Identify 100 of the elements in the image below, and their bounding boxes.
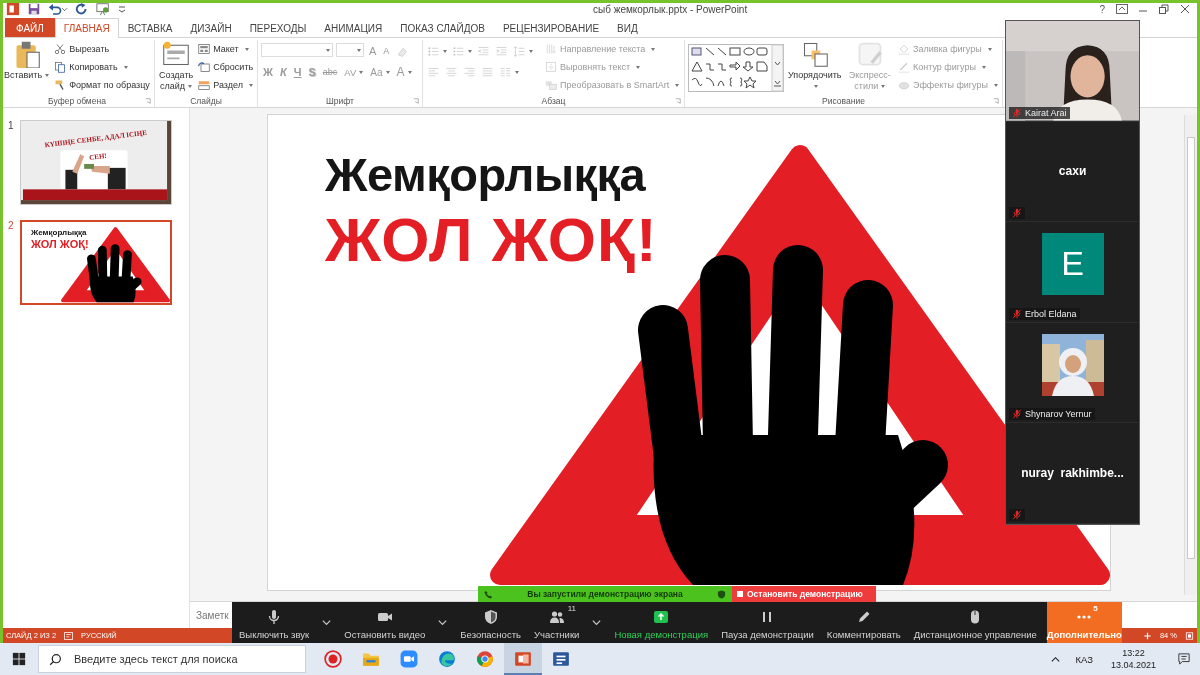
zoom-in-icon[interactable] [1142, 631, 1152, 640]
search-field[interactable]: Введите здесь текст для поиска [38, 645, 306, 673]
numbered-list-icon [452, 44, 465, 58]
slide-title: Жемқорлыққа [31, 227, 87, 238]
ribbon-button[interactable]: Копировать [53, 59, 151, 75]
layout-icon [198, 43, 211, 55]
new-slide-icon [162, 40, 191, 68]
ribbon-button[interactable]: Макет [197, 41, 255, 57]
notification-icon[interactable] [1178, 653, 1190, 665]
people-icon [548, 609, 565, 625]
reset-icon [198, 61, 211, 73]
presentation-app-icon [514, 650, 532, 668]
start-icon[interactable] [12, 652, 26, 666]
toolbar-button[interactable]: Остановить видео [341, 602, 429, 643]
group-label: Буфер обмена [48, 95, 106, 106]
sharing-message: Вы запустили демонстрацию экрана [527, 589, 683, 599]
shape-effects-icon [898, 79, 910, 91]
notes-icon[interactable] [64, 631, 74, 640]
ribbon-tab[interactable]: ГЛАВНАЯ [54, 18, 119, 38]
shapes-gallery[interactable] [688, 43, 784, 93]
columns-icon [499, 65, 512, 79]
ribbon-tab[interactable]: ВИД [608, 18, 647, 37]
clock-date[interactable]: 13.04.2021 [1110, 659, 1156, 671]
ribbon-button[interactable]: Вырезать [53, 41, 151, 57]
window-title: сыб жемкорлык.pptx - PowerPoint [593, 3, 748, 15]
close-icon[interactable] [1179, 4, 1191, 14]
toolbar-button[interactable]: Пауза демонстрации [718, 602, 817, 643]
presentation-icon[interactable] [96, 2, 110, 16]
group-label: Абзац [541, 95, 566, 106]
video-camera-icon [400, 650, 418, 668]
dialog-launcher-icon[interactable] [993, 98, 999, 104]
slide-number: 1 [8, 120, 15, 131]
hand-drawing [87, 244, 142, 303]
scissors-icon [54, 43, 67, 55]
toolbar-button[interactable]: Новая демонстрация [611, 602, 712, 643]
search-icon [49, 653, 62, 666]
record-icon [324, 650, 342, 668]
dialog-launcher-icon[interactable] [675, 98, 681, 104]
section-icon [198, 79, 211, 91]
swirl-icon [438, 650, 456, 668]
group-label: Шрифт [326, 95, 354, 106]
toolbar-button[interactable]: Безопасность [457, 602, 524, 643]
slide-title: ЖОЛ ЖОҚ! [31, 238, 89, 251]
ribbon-button[interactable]: Раздел [197, 77, 255, 93]
ribbon-tab[interactable]: ПОКАЗ СЛАЙДОВ [391, 18, 494, 37]
round-logo-icon [476, 650, 494, 668]
ribbon-display-icon[interactable] [1116, 4, 1128, 14]
toolbar-button[interactable]: Комментировать [823, 602, 904, 643]
taskbar-app[interactable] [504, 643, 542, 675]
redo-icon[interactable] [75, 2, 89, 16]
vertical-scrollbar[interactable] [1184, 115, 1197, 595]
shield-icon [717, 589, 726, 599]
toolbar-button[interactable]: Выключить звук [236, 602, 313, 643]
stop-share-button[interactable]: Остановить демонстрацию [732, 586, 876, 602]
participant-name: Shynarov Yernur [1025, 409, 1092, 420]
indent-icon [495, 44, 508, 58]
copy-icon [54, 61, 67, 73]
line-spacing-icon [513, 44, 526, 58]
ribbon-button[interactable]: Вставить [3, 40, 51, 81]
group-label: Слайды [190, 95, 222, 106]
ribbon-tab[interactable]: ФАЙЛ [5, 18, 55, 37]
ribbon-tab[interactable]: ДИЗАЙН [181, 18, 241, 37]
slide-number: 2 [8, 220, 15, 231]
slide-title: Жемқорлыққа [325, 147, 646, 203]
justify-icon [481, 65, 494, 79]
clock-time[interactable]: 13:22 [1122, 647, 1145, 659]
restore-icon[interactable] [1158, 4, 1170, 14]
slide-thumbnail[interactable]: Жемқорлыққа ЖОЛ ЖОҚ! [20, 220, 172, 305]
stop-icon [737, 591, 743, 597]
ribbon-button[interactable]: Создать слайд [158, 40, 195, 92]
align-text-icon [545, 61, 557, 73]
ribbon-button[interactable]: Формат по образцу [53, 77, 151, 93]
group-label: Рисование [822, 95, 865, 106]
customize-icon[interactable] [117, 5, 127, 13]
help-button[interactable]: ? [1097, 3, 1107, 15]
keyboard-language[interactable]: КАЗ [1075, 653, 1093, 665]
align-left-icon [427, 65, 440, 79]
ribbon-tab[interactable]: ПЕРЕХОДЫ [240, 18, 316, 37]
dialog-launcher-icon[interactable] [413, 98, 419, 104]
ribbon-button[interactable]: Сбросить [197, 59, 255, 75]
fit-slide-icon[interactable] [1185, 631, 1194, 640]
save-icon[interactable] [27, 2, 41, 16]
notes-field[interactable]: Заметк [196, 609, 230, 621]
folder-icon [362, 650, 380, 668]
ribbon-tab[interactable]: ВСТАВКА [118, 18, 182, 37]
ribbon-button[interactable]: Упорядочить [787, 40, 843, 92]
ribbon-tab[interactable]: АНИМАЦИЯ [315, 18, 392, 37]
toolbar-button[interactable]: Дистанционное управление [910, 602, 1040, 643]
text-direction-icon [545, 43, 557, 55]
paint-bucket-icon [898, 43, 910, 55]
dialog-launcher-icon[interactable] [145, 98, 151, 104]
smartart-icon [545, 79, 557, 91]
pen-line-icon [898, 61, 910, 73]
undo-icon[interactable] [48, 2, 68, 16]
align-right-icon [463, 65, 476, 79]
slide-title: ЖОЛ ЖОҚ! [325, 205, 658, 275]
participant-name: Erbol Eldana [1025, 308, 1077, 319]
bulleted-list-icon [427, 44, 440, 58]
document-app-icon [552, 650, 570, 668]
ribbon-tab[interactable]: РЕЦЕНЗИРОВАНИЕ [493, 18, 609, 37]
